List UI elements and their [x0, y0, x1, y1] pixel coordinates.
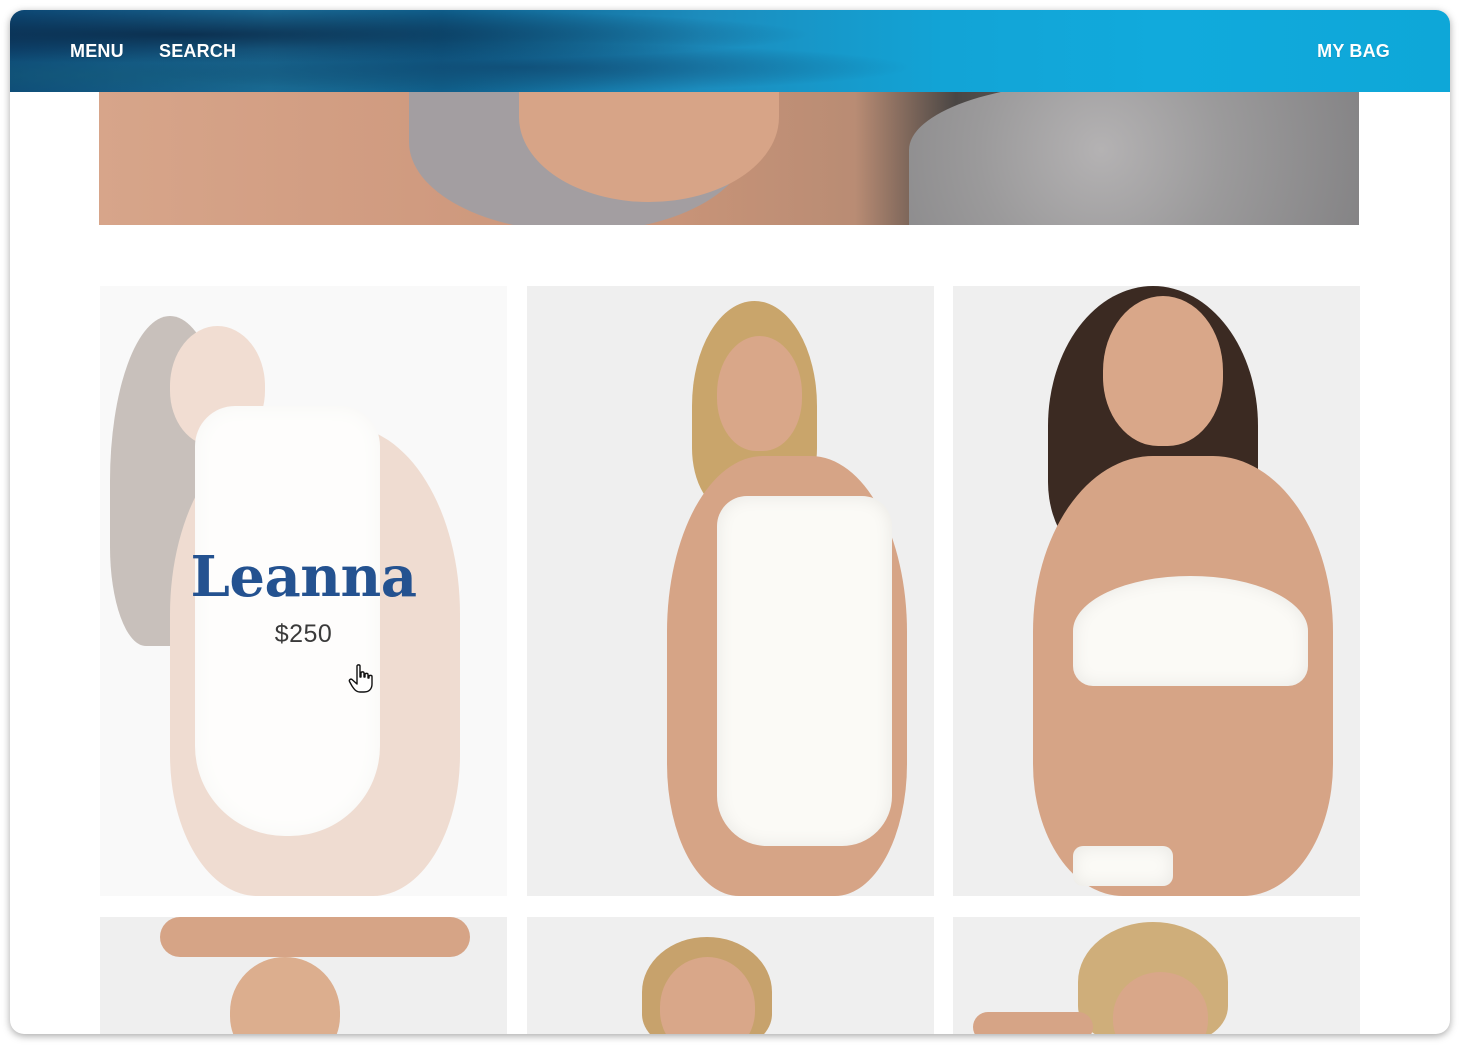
model-head	[1103, 296, 1223, 446]
product-price: $250	[274, 620, 333, 648]
product-image	[527, 286, 934, 896]
model-arm	[160, 917, 470, 957]
product-card[interactable]	[953, 917, 1360, 1034]
product-card-leanna[interactable]: Leanna $250	[100, 286, 507, 896]
model-head	[717, 336, 802, 451]
product-name[interactable]: Leanna	[100, 544, 507, 610]
product-image	[953, 286, 1360, 896]
product-image	[953, 917, 1360, 1034]
model-head	[230, 957, 340, 1034]
product-card[interactable]	[100, 917, 507, 1034]
product-card[interactable]	[953, 286, 1360, 896]
model-bikini-top	[1073, 576, 1308, 686]
model-arm	[973, 1012, 1093, 1034]
pointer-hand-icon	[348, 664, 373, 693]
site-header: MENU SEARCH MY BAG	[10, 10, 1450, 92]
hero-rock	[909, 92, 1359, 225]
model-bikini-bottom	[1073, 846, 1173, 886]
hero-banner-image	[99, 92, 1359, 225]
product-card[interactable]	[527, 917, 934, 1034]
product-card[interactable]	[527, 286, 934, 896]
my-bag-link[interactable]: MY BAG	[1317, 41, 1390, 62]
search-link[interactable]: SEARCH	[159, 41, 236, 62]
model-swimsuit	[717, 496, 892, 846]
product-image	[100, 917, 507, 1034]
browser-window: MENU SEARCH MY BAG Leanna $250	[10, 10, 1450, 1034]
product-image	[527, 917, 934, 1034]
menu-link[interactable]: MENU	[70, 41, 124, 62]
